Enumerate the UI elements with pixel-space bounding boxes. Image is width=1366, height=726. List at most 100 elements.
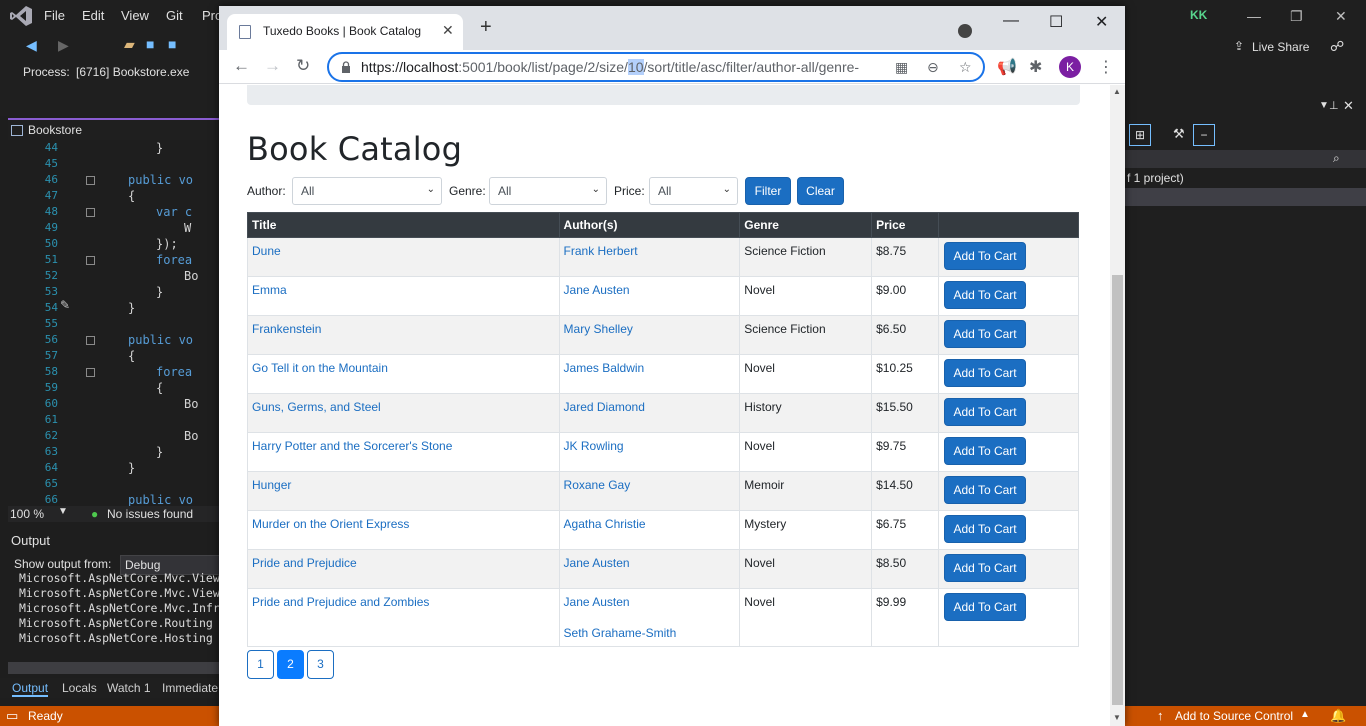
author-link[interactable]: Seth Grahame-Smith (564, 626, 736, 640)
tab-search-icon[interactable] (958, 24, 972, 38)
browser-menu-icon[interactable]: ⋮ (1098, 57, 1114, 77)
add-to-cart-button[interactable]: Add To Cart (944, 593, 1027, 621)
scrollbar-thumb[interactable] (1112, 275, 1123, 705)
author-link[interactable]: Jane Austen (564, 283, 736, 297)
book-title-link[interactable]: Pride and Prejudice and Zombies (252, 595, 555, 609)
add-to-cart-button[interactable]: Add To Cart (944, 554, 1027, 582)
address-bar[interactable]: https://localhost:5001/book/list/page/2/… (327, 52, 985, 82)
menu-git[interactable]: Git (166, 8, 183, 23)
solution-node[interactable]: f 1 project) (1125, 168, 1366, 186)
forward-nav-icon[interactable]: ▶ (58, 37, 69, 54)
book-title-link[interactable]: Dune (252, 244, 555, 258)
tab-locals[interactable]: Locals (62, 681, 97, 695)
price-filter-select[interactable]: All ⌄ (649, 177, 738, 205)
tab-immediate[interactable]: Immediate (162, 681, 218, 695)
menu-edit[interactable]: Edit (82, 8, 104, 23)
add-to-cart-button[interactable]: Add To Cart (944, 437, 1027, 465)
add-to-cart-button[interactable]: Add To Cart (944, 359, 1027, 387)
vs-account-initials[interactable]: KK (1190, 8, 1207, 22)
extension-megaphone-icon[interactable]: 📢 (997, 57, 1017, 77)
book-title-link[interactable]: Hunger (252, 478, 555, 492)
browser-maximize-icon[interactable]: ☐ (1049, 12, 1063, 32)
book-title-link[interactable]: Frankenstein (252, 322, 555, 336)
vs-close-icon[interactable]: ✕ (1335, 8, 1347, 25)
book-title-link[interactable]: Guns, Germs, and Steel (252, 400, 555, 414)
extensions-puzzle-icon[interactable]: ✱ (1029, 57, 1042, 77)
page-button-1[interactable]: 1 (247, 650, 274, 679)
source-control-dropdown-icon[interactable]: ▲ (1300, 709, 1310, 720)
qr-code-icon[interactable]: ▦ (895, 59, 908, 76)
panel-dropdown-icon[interactable]: ▼ (1319, 100, 1329, 111)
menu-file[interactable]: File (44, 8, 65, 23)
code-editor[interactable]: 44} 45 46 public vo 47 {48 var c 49 W 50}); 51 fore… (8, 140, 220, 506)
fold-toggle-icon[interactable] (86, 336, 95, 345)
fold-toggle-icon[interactable] (86, 368, 95, 377)
add-to-source-control[interactable]: Add to Source Control (1175, 709, 1293, 723)
book-title-link[interactable]: Pride and Prejudice (252, 556, 555, 570)
scroll-up-icon[interactable]: ▲ (1113, 87, 1121, 96)
author-link[interactable]: Roxane Gay (564, 478, 736, 492)
browser-close-icon[interactable]: ✕ (1095, 12, 1108, 32)
tab-watch-1[interactable]: Watch 1 (107, 681, 151, 695)
forward-arrow-icon[interactable]: → (264, 56, 281, 76)
live-share-button[interactable]: Live Share (1252, 40, 1309, 54)
solution-search-box[interactable]: ⌕ (1125, 150, 1366, 168)
column-header-authors[interactable]: Author(s) (558, 212, 741, 238)
genre-filter-select[interactable]: All ⌄ (489, 177, 607, 205)
menu-view[interactable]: View (121, 8, 149, 23)
book-title-link[interactable]: Harry Potter and the Sorcerer's Stone (252, 439, 555, 453)
vs-minimize-icon[interactable]: — (1247, 8, 1261, 24)
add-to-cart-button[interactable]: Add To Cart (944, 242, 1027, 270)
address-url[interactable]: https://localhost:5001/book/list/page/2/… (361, 59, 881, 75)
column-header-genre[interactable]: Genre (739, 212, 873, 238)
feedback-icon[interactable]: ☍ (1330, 38, 1344, 55)
selected-project-row[interactable] (1125, 188, 1366, 206)
add-to-cart-button[interactable]: Add To Cart (944, 476, 1027, 504)
author-link[interactable]: James Baldwin (564, 361, 736, 375)
author-filter-select[interactable]: All ⌄ (292, 177, 442, 205)
zoom-out-icon[interactable]: ⊖ (927, 59, 939, 76)
close-tab-icon[interactable]: ✕ (442, 22, 454, 39)
properties-wrench-icon[interactable]: ⚒ (1173, 126, 1185, 142)
document-tab-bookstore[interactable]: Bookstore (8, 118, 223, 140)
open-folder-icon[interactable]: ▰ (124, 36, 135, 53)
sync-view-icon[interactable]: ⊞ (1129, 124, 1151, 146)
add-to-cart-button[interactable]: Add To Cart (944, 320, 1027, 348)
fold-toggle-icon[interactable] (86, 208, 95, 217)
zoom-dropdown-icon[interactable]: ▼ (58, 506, 68, 517)
browser-minimize-icon[interactable]: — (1003, 12, 1019, 30)
process-value[interactable]: [6716] Bookstore.exe (76, 65, 189, 79)
page-vertical-scrollbar[interactable]: ▲ ▼ (1110, 85, 1125, 726)
new-tab-icon[interactable]: + (480, 17, 492, 37)
back-nav-icon[interactable]: ◀ (26, 37, 37, 54)
author-link[interactable]: Mary Shelley (564, 322, 736, 336)
bookmark-star-icon[interactable]: ☆ (959, 59, 972, 76)
collapse-all-icon[interactable]: − (1193, 124, 1215, 146)
back-arrow-icon[interactable]: ← (233, 56, 250, 76)
author-link[interactable]: Frank Herbert (564, 244, 736, 258)
page-button-3[interactable]: 3 (307, 650, 334, 679)
author-link[interactable]: JK Rowling (564, 439, 736, 453)
column-header-title[interactable]: Title (247, 212, 560, 238)
save-all-icon[interactable]: ■ (168, 36, 176, 52)
output-horizontal-scrollbar[interactable] (8, 662, 220, 674)
add-to-cart-button[interactable]: Add To Cart (944, 398, 1027, 426)
add-to-cart-button[interactable]: Add To Cart (944, 281, 1027, 309)
vs-restore-icon[interactable]: ❐ (1290, 8, 1303, 25)
scroll-down-icon[interactable]: ▼ (1113, 713, 1121, 722)
author-link[interactable]: Jane Austen (564, 556, 736, 570)
profile-avatar[interactable]: K (1059, 56, 1081, 78)
book-title-link[interactable]: Murder on the Orient Express (252, 517, 555, 531)
author-link[interactable]: Jane Austen (564, 595, 736, 609)
page-button-2[interactable]: 2 (277, 650, 304, 679)
book-title-link[interactable]: Emma (252, 283, 555, 297)
save-icon[interactable]: ■ (146, 36, 154, 52)
book-title-link[interactable]: Go Tell it on the Mountain (252, 361, 555, 375)
author-link[interactable]: Jared Diamond (564, 400, 736, 414)
fold-toggle-icon[interactable] (86, 176, 95, 185)
tab-output[interactable]: Output (12, 681, 49, 697)
zoom-level[interactable]: 100 % (10, 507, 44, 521)
column-header-price[interactable]: Price (871, 212, 940, 238)
panel-close-icon[interactable]: ✕ (1343, 98, 1354, 114)
filter-button[interactable]: Filter (745, 177, 791, 205)
